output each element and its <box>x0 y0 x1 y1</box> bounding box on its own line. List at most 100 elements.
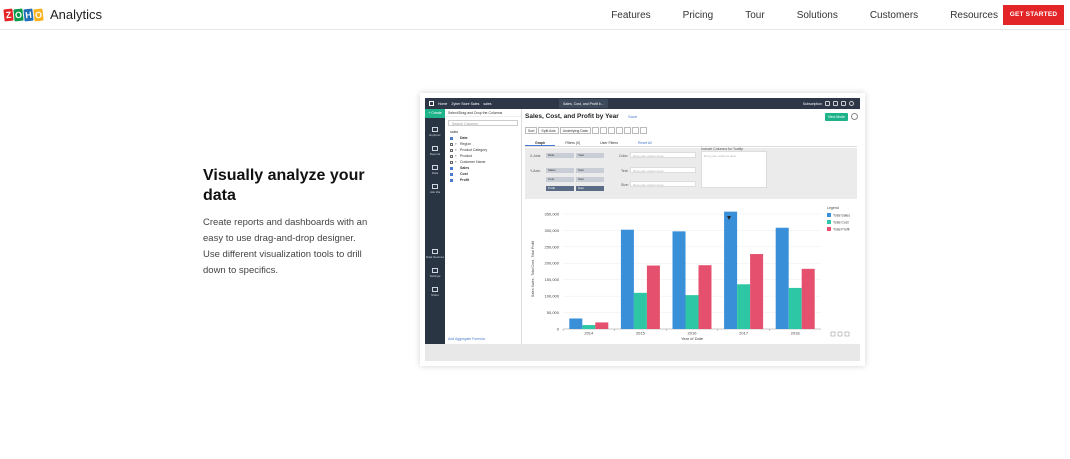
settings-icon <box>844 331 850 337</box>
nav-link-tour[interactable]: Tour <box>745 10 764 21</box>
app-window: Home Zyber Store Sales sales Sales, Cost… <box>425 98 860 361</box>
share-icon <box>837 331 843 337</box>
app-home-link[interactable]: Home <box>438 102 447 106</box>
split-axis-button[interactable]: Split Axis <box>538 127 559 134</box>
stacked-bar-icon[interactable] <box>615 127 623 134</box>
sidebar-item-data[interactable]: Data <box>425 165 445 175</box>
hero-title: Visually analyze your data <box>203 166 383 206</box>
size-drop-zone[interactable]: Drop your column here <box>630 181 696 187</box>
x-tick-label: 2016 <box>688 331 698 336</box>
y-axis-function[interactable]: Sum <box>576 177 604 182</box>
hero-description: Create reports and dashboards with an eas… <box>203 215 383 279</box>
tab-filters[interactable]: Filters (0) <box>555 140 590 146</box>
column-checkbox[interactable] <box>450 148 453 152</box>
y-tick-label: 150,000 <box>545 277 560 282</box>
zoho-analytics-logo[interactable]: Z O H O Analytics <box>3 7 102 22</box>
underlying-data-button[interactable]: Underlying Data <box>559 127 591 134</box>
line-chart-icon[interactable] <box>599 127 607 134</box>
tab-graph[interactable]: Graph <box>525 140 556 146</box>
help-icon[interactable] <box>841 101 846 106</box>
x-tick-label: 2015 <box>636 331 646 336</box>
y-axis-function[interactable]: Sum <box>576 168 604 173</box>
column-checkbox[interactable] <box>450 178 453 182</box>
top-navigation: Z O H O Analytics Features Pricing Tour … <box>0 0 1070 30</box>
bar-chart-icon[interactable] <box>607 127 615 134</box>
tab-user-filters[interactable]: User Filters <box>590 140 628 146</box>
x-axis-pill[interactable]: Date <box>546 153 574 158</box>
nav-link-customers[interactable]: Customers <box>870 10 918 21</box>
column-item[interactable]: Profit <box>445 177 521 183</box>
nav-link-pricing[interactable]: Pricing <box>683 10 714 21</box>
nav-link-resources[interactable]: Resources <box>950 10 998 21</box>
report-designer: Sales, Cost, and Profit by Year Save Vie… <box>522 109 860 344</box>
tooltip-drop-zone[interactable]: Drop your columns here <box>701 151 767 188</box>
y-axis-label: Y-Axis: <box>530 169 541 173</box>
sidebar-item-ask-zia[interactable]: Ask Zia <box>425 184 445 194</box>
column-checkbox[interactable] <box>450 142 453 146</box>
bar-total-cost <box>737 284 751 329</box>
area-chart-icon[interactable] <box>623 127 631 134</box>
report-title[interactable]: Sales, Cost, and Profit by Year <box>525 113 619 120</box>
view-mode-button[interactable]: View Mode <box>824 113 848 121</box>
text-drop-zone[interactable]: Drop your column here <box>630 167 696 173</box>
nav-links: Features Pricing Tour Solutions Customer… <box>579 0 998 30</box>
bar-total-sales <box>672 231 686 329</box>
table-tab[interactable]: sales <box>483 102 491 106</box>
bar-total-cost <box>633 292 647 329</box>
more-icon[interactable] <box>639 127 647 134</box>
notification-icon[interactable] <box>825 101 830 106</box>
chart-type-icon[interactable] <box>591 127 599 134</box>
sort-button[interactable]: Sort <box>525 127 538 134</box>
x-axis-function[interactable]: Year <box>576 153 604 158</box>
sidebar-item-explorer[interactable]: Explorer <box>425 127 445 137</box>
search-columns-input[interactable]: Search Columns <box>448 120 518 126</box>
add-aggregate-formula-link[interactable]: Add Aggregate Formula <box>448 337 485 341</box>
zoho-logo-icon: Z O H O <box>3 8 44 21</box>
tools-icon[interactable] <box>833 101 838 106</box>
bar-total-profit <box>646 265 660 329</box>
sidebar-item-reports[interactable]: Reports <box>425 146 445 156</box>
column-checkbox[interactable] <box>450 136 453 140</box>
column-checkbox[interactable] <box>450 166 453 170</box>
get-started-button[interactable]: GET STARTED <box>1003 5 1064 25</box>
reset-all-link[interactable]: Reset All <box>628 140 662 146</box>
hero-desc-line: Use different visualization tools to dri… <box>203 249 362 260</box>
y-axis-pill-profit[interactable]: Profit <box>546 186 574 191</box>
sidebar-item-data-sources[interactable]: Data Sources <box>425 249 445 259</box>
sidebar-item-settings[interactable]: Settings <box>425 268 445 278</box>
column-checkbox[interactable] <box>450 160 453 164</box>
sidebar-item-share[interactable]: Share <box>425 287 445 297</box>
save-link[interactable]: Save <box>628 114 637 119</box>
legend-swatch <box>827 227 831 231</box>
logo-letter: O <box>13 8 24 21</box>
y-axis-pill-sales[interactable]: Sales <box>546 168 574 173</box>
column-checkbox[interactable] <box>450 154 453 158</box>
y-tick-label: 100,000 <box>545 294 560 299</box>
y-axis-pill-cost[interactable]: Cost <box>546 177 574 182</box>
column-checkbox[interactable] <box>450 172 453 176</box>
legend-swatch <box>827 213 831 217</box>
gear-icon[interactable] <box>851 113 858 120</box>
sidebar-item-label: Explorer <box>429 133 441 137</box>
export-icon <box>830 331 836 337</box>
color-drop-zone[interactable]: Drop your column here <box>630 152 696 158</box>
y-tick-label: 250,000 <box>545 244 560 249</box>
workspace-selector[interactable]: Zyber Store Sales <box>451 102 479 106</box>
hero-section: Visually analyze your data Create reports… <box>203 166 383 279</box>
bar-total-cost <box>685 295 699 329</box>
hero-title-line: Visually analyze your <box>203 167 365 184</box>
y-axis-function[interactable]: Sum <box>576 186 604 191</box>
table-view-icon[interactable] <box>631 127 639 134</box>
nav-link-solutions[interactable]: Solutions <box>797 10 838 21</box>
report-tab[interactable]: Sales, Cost, and Profit b... <box>559 99 608 108</box>
x-tick-label: 2017 <box>739 331 749 336</box>
explorer-icon <box>432 127 438 132</box>
logo-letter: Z <box>3 8 14 21</box>
bar-total-profit <box>750 254 764 329</box>
create-button[interactable]: + Create <box>425 109 445 118</box>
user-avatar-icon[interactable] <box>849 101 854 106</box>
nav-link-features[interactable]: Features <box>611 10 650 21</box>
x-tick-label: 2014 <box>584 331 594 336</box>
subscription-link[interactable]: Subscription <box>803 102 822 106</box>
bar-total-profit <box>801 268 815 329</box>
